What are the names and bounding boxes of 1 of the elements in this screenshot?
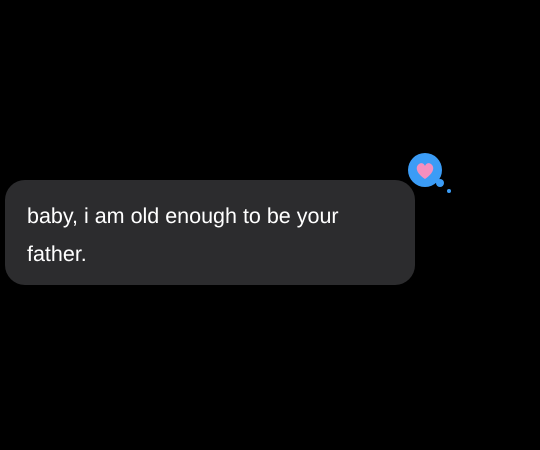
message-bubble: baby, i am old enough to be your father. (5, 180, 415, 285)
